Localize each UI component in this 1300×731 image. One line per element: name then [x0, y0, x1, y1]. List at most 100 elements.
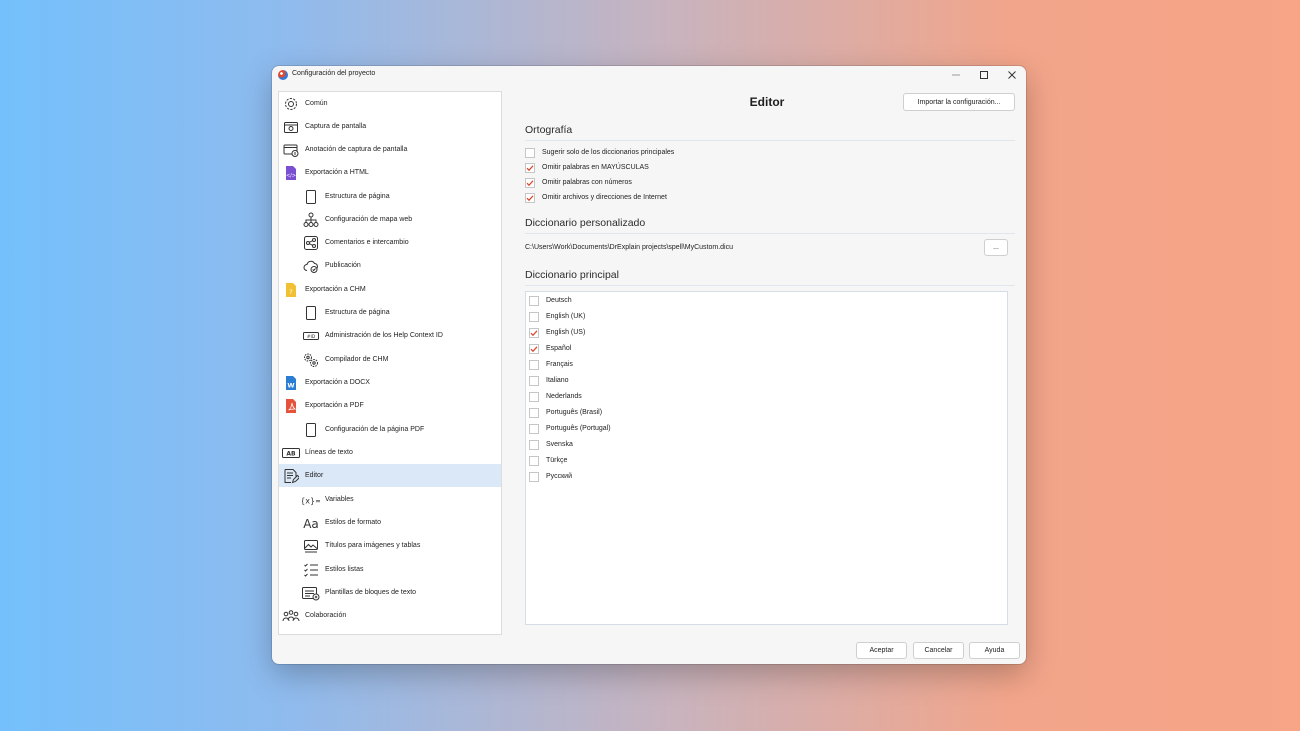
dictionary-item-francais[interactable]: Français — [529, 357, 573, 372]
nav-item-chm-page-structure[interactable]: Estructura de página — [279, 301, 501, 324]
nav-item-anotacion[interactable]: Anotación de captura de pantalla — [279, 138, 501, 161]
minimize-button[interactable] — [942, 66, 970, 84]
dictionary-item-portugues-brasil[interactable]: Português (Brasil) — [529, 405, 602, 420]
dictionary-item-espanol[interactable]: Español — [529, 341, 571, 356]
dictionary-item-svenska[interactable]: Svenska — [529, 437, 573, 452]
nav-item-label: Comentarios e intercambio — [325, 239, 409, 246]
nav-item-pdf-page[interactable]: Configuración de la página PDF — [279, 418, 501, 441]
nav-item-label: Exportación a PDF — [305, 402, 364, 409]
nav-item-captura[interactable]: Captura de pantalla — [279, 115, 501, 138]
cancel-button[interactable]: Cancelar — [913, 642, 964, 659]
checkbox[interactable] — [529, 391, 539, 402]
editor-icon — [282, 468, 300, 484]
help-button[interactable]: Ayuda — [969, 642, 1020, 659]
checkbox[interactable] — [529, 439, 539, 450]
nav-item-comun[interactable]: Común — [279, 92, 501, 115]
browse-dictionary-button[interactable]: ... — [984, 239, 1008, 256]
checkbox[interactable] — [529, 375, 539, 386]
nav-item-html-export[interactable]: </> Exportación a HTML — [279, 161, 501, 184]
checkbox[interactable] — [525, 177, 535, 188]
nav-item-label: Estructura de página — [325, 309, 390, 316]
nav-item-chm-export[interactable]: ? Exportación a CHM — [279, 278, 501, 301]
nav-item-label: Configuración de mapa web — [325, 216, 413, 223]
nav-item-image-titles[interactable]: Títulos para imágenes y tablas — [279, 534, 501, 557]
checkmark-icon — [530, 329, 538, 337]
page-icon — [302, 189, 320, 205]
nav-item-publication[interactable]: Publicación — [279, 254, 501, 277]
nav-item-sitemap[interactable]: Configuración de mapa web — [279, 208, 501, 231]
nav-item-list-styles[interactable]: Estilos listas — [279, 558, 501, 581]
nav-item-text-block-templates[interactable]: Plantillas de bloques de texto — [279, 581, 501, 604]
spelling-section-title: Ortografía — [525, 124, 573, 136]
checkbox[interactable] — [529, 423, 539, 434]
dictionary-item-italiano[interactable]: Italiano — [529, 373, 569, 388]
font-style-icon: Aa — [302, 515, 320, 531]
settings-navigation-tree: Común Captura de pantalla Anotación de c… — [278, 91, 502, 635]
dictionary-item-russkiy[interactable]: Русский — [529, 469, 572, 484]
nav-item-editor[interactable]: Editor — [279, 464, 501, 487]
dictionary-item-portugues-portugal[interactable]: Português (Portugal) — [529, 421, 611, 436]
nav-item-help-context-id[interactable]: #ID Administración de los Help Context I… — [279, 324, 501, 347]
docx-file-icon: W — [282, 375, 300, 391]
accept-button[interactable]: Aceptar — [856, 642, 907, 659]
option-skip-urls[interactable]: Omitir archivos y direcciones de Interne… — [525, 190, 667, 205]
checkbox[interactable] — [529, 311, 539, 322]
nav-item-text-lines[interactable]: AB Líneas de texto — [279, 441, 501, 464]
editor-settings-panel: Editor Importar la configuración... Orto… — [508, 91, 1026, 664]
nav-item-format-styles[interactable]: Aa Estilos de formato — [279, 511, 501, 534]
nav-item-pdf-export[interactable]: Exportación a PDF — [279, 394, 501, 417]
option-skip-numbers[interactable]: Omitir palabras con números — [525, 175, 632, 190]
sitemap-icon — [302, 212, 320, 228]
dictionary-label: Русский — [546, 473, 572, 480]
close-button[interactable] — [998, 66, 1026, 84]
checkbox[interactable] — [525, 162, 535, 173]
nav-item-comments[interactable]: Comentarios e intercambio — [279, 231, 501, 254]
option-main-dictionaries-only[interactable]: Sugerir solo de los diccionarios princip… — [525, 145, 674, 160]
dictionary-list[interactable]: Deutsch English (UK) English (US) Españo… — [525, 291, 1008, 625]
custom-dictionary-title: Diccionario personalizado — [525, 217, 646, 229]
dictionary-item-nederlands[interactable]: Nederlands — [529, 389, 582, 404]
nav-item-variables[interactable]: {x}= Variables — [279, 488, 501, 511]
checkbox[interactable] — [529, 327, 539, 338]
team-icon — [282, 608, 300, 624]
title-bar[interactable]: Configuración del proyecto — [272, 66, 1026, 84]
nav-item-label: Publicación — [325, 262, 361, 269]
checkmark-icon — [526, 194, 534, 202]
maximize-button[interactable] — [970, 66, 998, 84]
svg-text:Aa: Aa — [303, 517, 319, 531]
svg-text:W: W — [287, 381, 294, 389]
dictionary-label: Italiano — [546, 377, 569, 384]
checkbox[interactable] — [529, 471, 539, 482]
minimize-icon — [952, 71, 960, 79]
main-dictionary-title: Diccionario principal — [525, 269, 619, 281]
nav-item-label: Variables — [325, 496, 354, 503]
nav-item-collaboration[interactable]: Colaboración — [279, 604, 501, 627]
nav-item-docx-export[interactable]: W Exportación a DOCX — [279, 371, 501, 394]
checkbox[interactable] — [525, 147, 535, 158]
import-settings-button[interactable]: Importar la configuración... — [903, 93, 1015, 111]
nav-item-label: Exportación a HTML — [305, 169, 369, 176]
checkbox[interactable] — [525, 192, 535, 203]
dictionary-label: Português (Brasil) — [546, 409, 603, 416]
option-label: Omitir palabras en MAYÚSCULAS — [542, 164, 649, 171]
checkbox[interactable] — [529, 455, 539, 466]
nav-item-html-page-structure[interactable]: Estructura de página — [279, 185, 501, 208]
dictionary-label: English (US) — [546, 329, 586, 336]
nav-item-label: Estilos listas — [325, 566, 364, 573]
checkbox[interactable] — [529, 295, 539, 306]
dictionary-item-english-uk[interactable]: English (UK) — [529, 309, 585, 324]
cloud-icon — [302, 258, 320, 274]
checkmark-icon — [526, 164, 534, 172]
dictionary-item-deutsch[interactable]: Deutsch — [529, 293, 572, 308]
dictionary-item-english-us[interactable]: English (US) — [529, 325, 585, 340]
nav-item-label: Compilador de CHM — [325, 356, 389, 363]
checkbox[interactable] — [529, 407, 539, 418]
dictionary-item-turkce[interactable]: Türkçe — [529, 453, 567, 468]
option-skip-uppercase[interactable]: Omitir palabras en MAYÚSCULAS — [525, 160, 649, 175]
page-icon — [302, 422, 320, 438]
checkbox[interactable] — [529, 343, 539, 354]
checkbox[interactable] — [529, 359, 539, 370]
dictionary-label: English (UK) — [546, 313, 586, 320]
page-icon — [302, 305, 320, 321]
nav-item-chm-compiler[interactable]: Compilador de CHM — [279, 348, 501, 371]
